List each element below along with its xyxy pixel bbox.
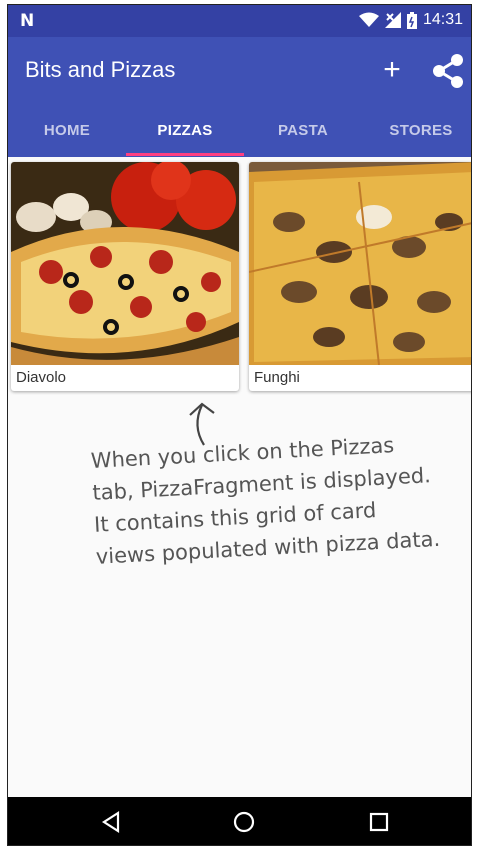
app-toolbar: Bits and Pizzas + (8, 37, 471, 107)
pizza-card-funghi[interactable]: Funghi (249, 162, 471, 391)
home-icon[interactable] (231, 809, 257, 835)
tab-home[interactable]: HOME (8, 107, 126, 157)
tab-stores[interactable]: STORES (362, 107, 471, 157)
status-time: 14:31 (422, 11, 463, 28)
pizza-card-label: Funghi (254, 369, 300, 386)
share-icon (433, 54, 463, 88)
signal-icon (384, 12, 401, 28)
selected-tab-indicator (126, 153, 244, 156)
pizza-image-diavolo (11, 162, 239, 365)
pizza-card-label: Diavolo (16, 369, 67, 386)
battery-icon (406, 11, 417, 29)
recents-icon[interactable] (366, 809, 392, 835)
app-title: Bits and Pizzas (25, 57, 176, 82)
share-button[interactable] (428, 51, 468, 91)
pizza-card-diavolo[interactable]: Diavolo (11, 162, 239, 391)
back-icon[interactable] (98, 809, 124, 835)
tab-pizzas[interactable]: PIZZAS (126, 107, 244, 157)
plus-icon: + (383, 53, 401, 86)
tab-pasta[interactable]: PASTA (244, 107, 362, 157)
add-button[interactable]: + (373, 51, 411, 89)
app-screen: N 14:31 Bits and Pizzas + HOME PIZZAS PA… (7, 4, 472, 846)
wifi-icon (358, 12, 379, 27)
tab-bar: HOME PIZZAS PASTA STORES (8, 107, 471, 157)
status-icons: 14:31 (358, 11, 463, 29)
navigation-bar (8, 797, 471, 845)
pizza-image-funghi (249, 162, 471, 365)
annotation-note: When you click on the Pizzas tab, PizzaF… (90, 426, 456, 573)
status-bar: N 14:31 (8, 5, 471, 37)
carrier-logo: N (20, 11, 35, 31)
